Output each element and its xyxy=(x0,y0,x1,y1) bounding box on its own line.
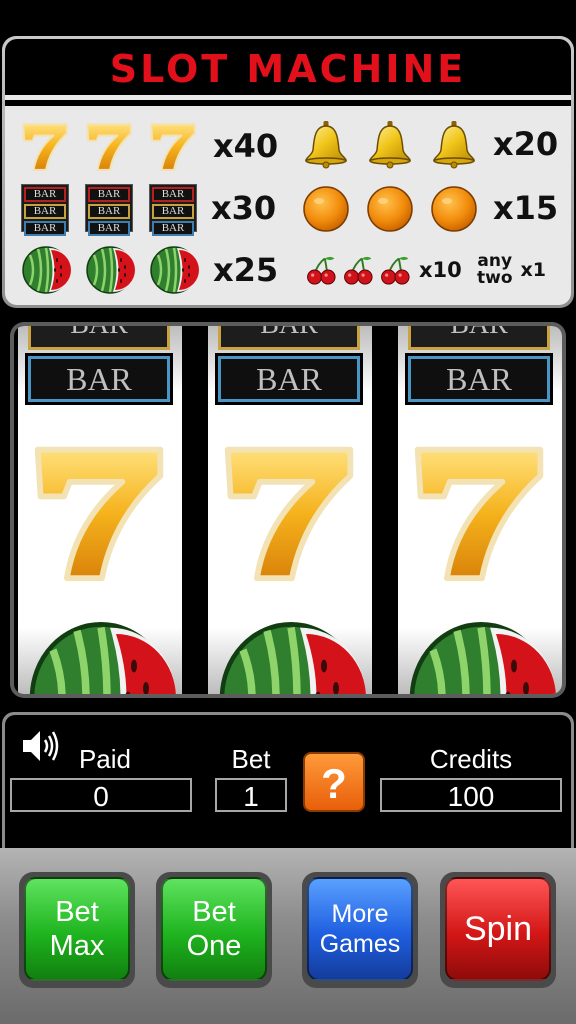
reel-3: BAR BAR xyxy=(398,326,562,694)
paytable-row-bells: x20 xyxy=(301,116,558,172)
payout-cherries: x10 xyxy=(419,258,462,282)
seven-icon xyxy=(19,120,71,172)
spin-well: Spin xyxy=(440,872,556,988)
paytable-row-bars: BAR BAR BAR BAR BAR BAR BAR BAR BAR x30 xyxy=(21,180,276,236)
payout-oranges: x15 xyxy=(493,189,559,227)
help-button[interactable]: ? xyxy=(303,752,365,812)
spin-button[interactable]: Spin xyxy=(445,877,551,981)
paid-value: 0 xyxy=(10,778,192,812)
bet-one-well: Bet One xyxy=(156,872,272,988)
more-games-well: More Games xyxy=(302,872,418,988)
seven-icon xyxy=(147,120,199,172)
more-games-button[interactable]: More Games xyxy=(307,877,413,981)
cherry-icon xyxy=(342,254,374,286)
bar-icon: BAR xyxy=(405,353,553,405)
title-bar: SLOT MACHINE xyxy=(5,39,571,95)
watermelon-icon xyxy=(26,618,176,694)
bet-max-button[interactable]: Bet Max xyxy=(24,877,130,981)
speaker-icon[interactable] xyxy=(20,726,60,766)
watermelon-icon xyxy=(149,245,199,295)
bar-icon: BAR xyxy=(25,353,173,405)
bar-icon: BAR BAR BAR xyxy=(21,184,69,236)
payout-bars: x30 xyxy=(211,189,277,227)
bar-icon: BAR BAR BAR xyxy=(85,184,133,236)
paytable-row-oranges: x15 xyxy=(301,180,558,236)
seven-icon xyxy=(83,120,135,172)
paytable-row-sevens: x40 xyxy=(19,118,278,174)
bet-one-button[interactable]: Bet One xyxy=(161,877,267,981)
watermelon-icon xyxy=(406,618,556,694)
paid-label: Paid xyxy=(78,744,132,774)
payout-any-two: x1 xyxy=(520,259,546,281)
payout-sevens: x40 xyxy=(213,127,279,165)
bell-icon xyxy=(365,118,415,170)
cherry-icon xyxy=(305,254,337,286)
seven-icon xyxy=(26,436,172,586)
paytable: SLOT MACHINE x40 x20 BAR BAR BAR BAR BAR… xyxy=(2,36,574,308)
credits-label: Credits xyxy=(429,744,513,774)
bell-icon xyxy=(429,118,479,170)
bet-label: Bet xyxy=(231,744,271,774)
bell-icon xyxy=(301,118,351,170)
bar-icon: BAR xyxy=(408,326,550,350)
paytable-panel: SLOT MACHINE x40 x20 BAR BAR BAR BAR BAR… xyxy=(5,39,571,305)
button-bar: Bet Max Bet One More Games Spin xyxy=(0,848,576,1024)
watermelon-icon xyxy=(21,245,71,295)
seven-icon xyxy=(406,436,552,586)
bet-max-well: Bet Max xyxy=(19,872,135,988)
title-divider-dark xyxy=(5,100,571,106)
paytable-row-any-two: any two x1 xyxy=(477,242,546,298)
page-title: SLOT MACHINE xyxy=(109,47,467,91)
bet-value: 1 xyxy=(215,778,287,812)
orange-icon xyxy=(365,183,415,233)
bar-icon: BAR xyxy=(215,353,363,405)
reel-1: BAR BAR xyxy=(18,326,182,694)
payout-watermelons: x25 xyxy=(213,251,279,289)
orange-icon xyxy=(429,183,479,233)
payout-bells: x20 xyxy=(493,125,559,163)
bar-icon: BAR xyxy=(218,326,360,350)
cherry-icon xyxy=(379,254,411,286)
reel-2: BAR BAR xyxy=(208,326,372,694)
bar-icon: BAR BAR BAR xyxy=(149,184,197,236)
bar-icon: BAR xyxy=(28,326,170,350)
any-two-label: any two xyxy=(477,251,513,288)
credits-value: 100 xyxy=(380,778,562,812)
paytable-row-cherries: x10 xyxy=(305,242,462,298)
watermelon-icon xyxy=(85,245,135,295)
paytable-row-watermelons: x25 xyxy=(21,242,278,298)
reels-frame: BAR BAR BAR BAR BAR BAR xyxy=(10,322,566,698)
orange-icon xyxy=(301,183,351,233)
watermelon-icon xyxy=(216,618,366,694)
reels-window: BAR BAR BAR BAR BAR BAR xyxy=(14,326,562,694)
seven-icon xyxy=(216,436,362,586)
